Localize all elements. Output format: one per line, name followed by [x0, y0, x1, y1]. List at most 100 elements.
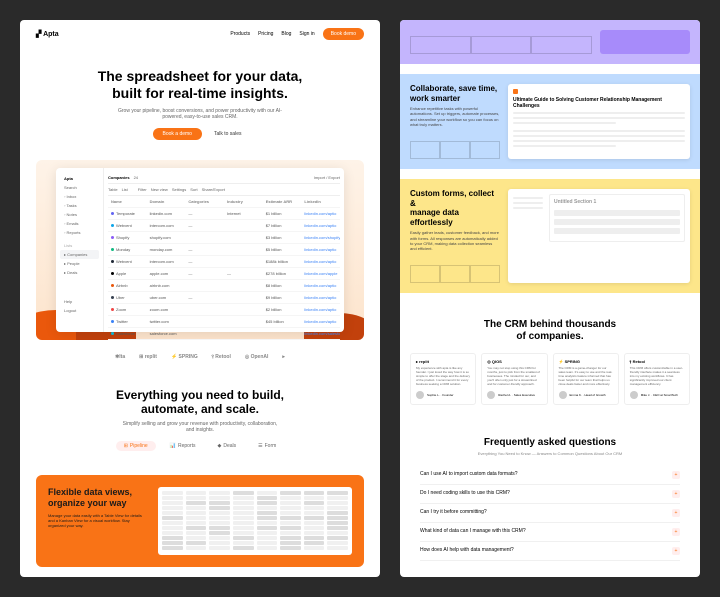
- testimonial-card: ⚡ SPRING The CRM is a game-changer for o…: [553, 353, 619, 404]
- app-toolbar: Companies 24 Import / Export: [108, 172, 340, 184]
- landing-page-left: ▞ Apta Products Pricing Blog Sign in Boo…: [20, 20, 380, 577]
- feature-flexible-views: Flexible data views, organize your way M…: [36, 475, 364, 567]
- sidebar-footer-item[interactable]: Help: [60, 297, 99, 306]
- avatar: [416, 391, 424, 399]
- plus-icon[interactable]: +: [672, 528, 680, 536]
- table-row[interactable]: Monday monday.com — $5 billion linkedin.…: [108, 244, 340, 256]
- view-table[interactable]: Table: [108, 187, 118, 192]
- sidebar-item[interactable]: ◦ Emails: [60, 219, 99, 228]
- testimonials-title: The CRM behind thousands of companies.: [480, 319, 620, 343]
- nav-link[interactable]: Blog: [281, 31, 291, 37]
- app-main: Companies 24 Import / Export Table List …: [104, 168, 344, 332]
- tab-companies[interactable]: Companies: [108, 175, 130, 180]
- table-row[interactable]: Uber uber.com — $9 billion linkedin.com/…: [108, 292, 340, 304]
- tab-pipeline[interactable]: ⊞ Pipeline: [116, 441, 156, 451]
- partner-logo: ⊞ replit: [139, 354, 157, 360]
- newview-button[interactable]: New view: [151, 187, 168, 192]
- sidebar-item[interactable]: ◦ Tasks: [60, 201, 99, 210]
- app-sidebar: Apta Search ◦ Inbox◦ Tasks◦ Notes◦ Email…: [56, 168, 104, 332]
- column-header[interactable]: Domain: [147, 198, 186, 205]
- plus-icon[interactable]: +: [672, 547, 680, 555]
- card-body: Easily gather leads, customer feedback, …: [410, 230, 500, 251]
- tab-reports[interactable]: 📊 Reports: [162, 441, 204, 451]
- plus-icon[interactable]: +: [672, 471, 680, 479]
- faq-item[interactable]: How does AI help with data management? +: [420, 542, 680, 561]
- table-row[interactable]: Salesforce salesforce.com linkedin.com/s…: [108, 328, 340, 340]
- feature-card-forms: Custom forms, collect & manage data effo…: [400, 179, 700, 293]
- sidebar-item[interactable]: ◦ Notes: [60, 210, 99, 219]
- faq-item[interactable]: What kind of data can I manage with this…: [420, 523, 680, 542]
- table-row[interactable]: Airbnb airbnb.com $8 billion linkedin.co…: [108, 280, 340, 292]
- testimonial-brand: ⫯ Retool: [630, 359, 684, 364]
- book-demo-button[interactable]: Book a demo: [153, 128, 202, 140]
- faq-item[interactable]: Can I use AI to import custom data forma…: [420, 466, 680, 485]
- table-row: [162, 516, 348, 520]
- feature-body: Manage your data easily with a Table Vie…: [48, 513, 148, 529]
- view-list[interactable]: List: [122, 187, 128, 192]
- nav-link[interactable]: Sign in: [299, 31, 314, 37]
- sort-button[interactable]: Sort: [190, 187, 197, 192]
- share-button[interactable]: Share/Export: [202, 187, 225, 192]
- faq-item[interactable]: Can I try it before committing? +: [420, 504, 680, 523]
- testimonial-quote: This CRM offers customizable in a user-f…: [630, 367, 684, 386]
- hero: The spreadsheet for your data, built for…: [20, 48, 380, 150]
- settings-button[interactable]: Settings: [172, 187, 186, 192]
- feature-text: Flexible data views, organize your way M…: [48, 487, 148, 555]
- search-input[interactable]: Search: [60, 183, 99, 192]
- sidebar-item[interactable]: ◦ Inbox: [60, 192, 99, 201]
- table-row[interactable]: Temporate linkedin.com — Internet $1 bil…: [108, 208, 340, 220]
- table-row[interactable]: Zoom zoom.com $2 billion linkedin.com/ap…: [108, 304, 340, 316]
- testimonial-author: Rachel A. · Sales Executive: [487, 391, 541, 399]
- testimonial-brand: ◎ QIOS: [487, 359, 541, 364]
- logo[interactable]: ▞ Apta: [36, 30, 59, 38]
- filter-button[interactable]: Filter: [138, 187, 147, 192]
- table-row[interactable]: Apple apple.com — — $278 billion linkedi…: [108, 268, 340, 280]
- faq-question: How does AI help with data management?: [420, 547, 514, 555]
- column-header[interactable]: Industry: [224, 198, 263, 205]
- talk-to-sales-button[interactable]: Talk to sales: [208, 128, 248, 140]
- table-row: [162, 526, 348, 530]
- testimonials-section: The CRM behind thousands of companies. ▸…: [400, 303, 700, 420]
- sidebar-list-item[interactable]: ▸ Deals: [60, 268, 99, 277]
- testimonial-author: Mike J. · CEO at SmartTech: [630, 391, 684, 399]
- table-row[interactable]: Shopify shopify.com $3 billion linkedin.…: [108, 232, 340, 244]
- table-row[interactable]: Webvent intercom.com — $7 billion linked…: [108, 220, 340, 232]
- column-header[interactable]: Estimate ARR: [263, 198, 302, 205]
- testimonial-card: ◎ QIOS You may not stop using this CRM f…: [481, 353, 547, 404]
- app-logo: Apta: [60, 174, 99, 183]
- column-header[interactable]: LinkedIn: [301, 198, 340, 205]
- sidebar-list-item[interactable]: ▸ Companies: [60, 250, 99, 259]
- table-row[interactable]: Webvent intercom.com — $188k billion lin…: [108, 256, 340, 268]
- partner-logo: ▸: [282, 354, 285, 360]
- feature-card-purple: [400, 20, 700, 64]
- nav-link[interactable]: Products: [230, 31, 250, 37]
- table-row: [162, 511, 348, 515]
- sidebar-item[interactable]: ◦ Reports: [60, 228, 99, 237]
- testimonial-quote: The CRM is a game-changer for our sales …: [559, 367, 613, 386]
- hero-title: The spreadsheet for your data, built for…: [60, 68, 340, 102]
- book-demo-button[interactable]: Book demo: [323, 28, 364, 40]
- plus-icon[interactable]: +: [672, 490, 680, 498]
- sidebar-footer-item[interactable]: Logout: [60, 306, 99, 315]
- hero-screenshot-wrap: Apta Search ◦ Inbox◦ Tasks◦ Notes◦ Email…: [36, 160, 364, 340]
- faq-item[interactable]: Do I need coding skills to use this CRM?…: [420, 485, 680, 504]
- faq-question: Do I need coding skills to use this CRM?: [420, 490, 510, 498]
- table-row[interactable]: Twitter twitter.com $45 billion linkedin…: [108, 316, 340, 328]
- table-row: [162, 506, 348, 510]
- import-export-button[interactable]: Import / Export: [314, 175, 340, 180]
- table-row: [162, 501, 348, 505]
- form-screenshot: Untitled Section 1: [508, 189, 690, 283]
- nav-link[interactable]: Pricing: [258, 31, 273, 37]
- sidebar-list-item[interactable]: ▸ People: [60, 259, 99, 268]
- column-header[interactable]: Categories: [185, 198, 224, 205]
- partner-logo: ⫯ Retool: [212, 354, 231, 360]
- testimonial-author: Emma K. · Head of Growth: [559, 391, 613, 399]
- testimonial-author: Sophie L. · Founder: [416, 391, 470, 399]
- plus-icon[interactable]: +: [672, 509, 680, 517]
- table-row: [162, 521, 348, 525]
- column-header[interactable]: Name: [108, 198, 147, 205]
- faq-section: Frequently asked questions Everything Yo…: [400, 421, 700, 577]
- table-row: [162, 496, 348, 500]
- tab-deals[interactable]: ◆ Deals: [209, 441, 244, 451]
- tab-form[interactable]: ☰ Form: [250, 441, 284, 451]
